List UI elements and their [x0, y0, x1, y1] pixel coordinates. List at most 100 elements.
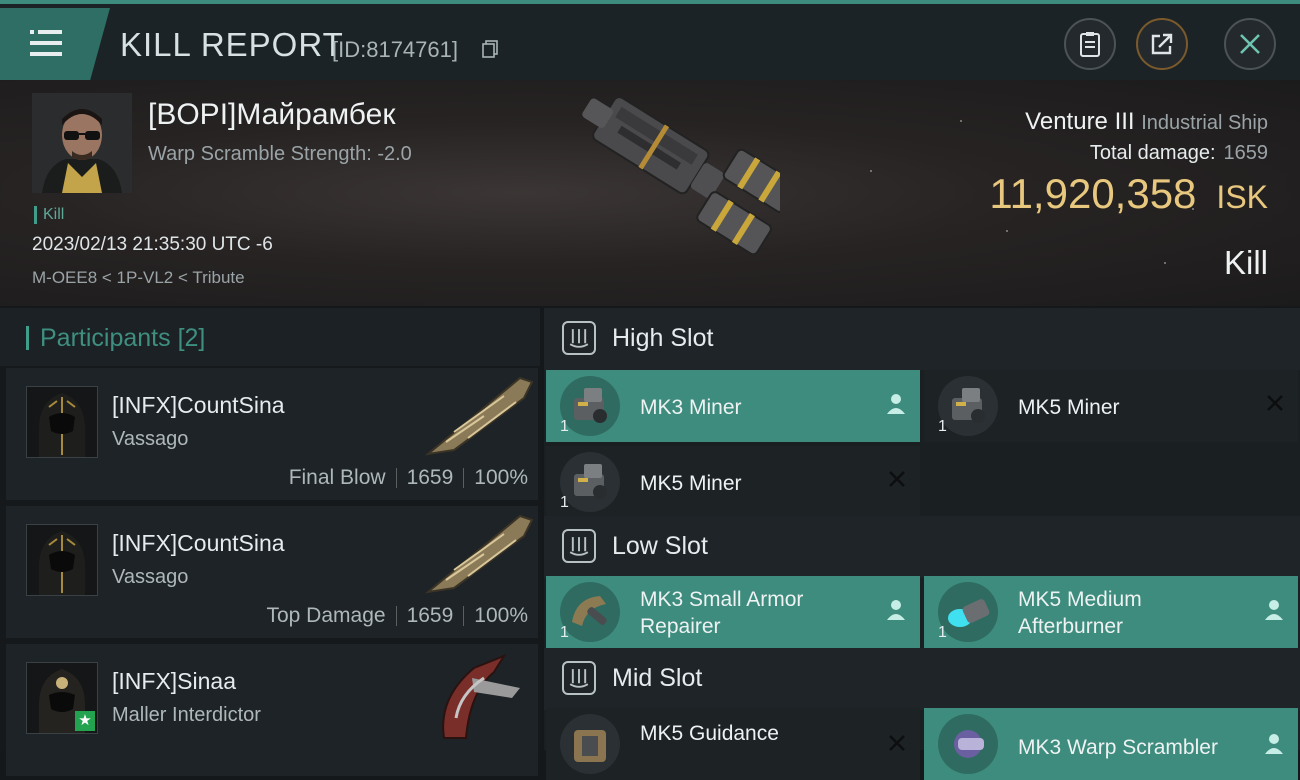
participant-role: Final Blow [288, 466, 386, 489]
participant-ship-image [442, 653, 520, 739]
participant-portrait[interactable] [26, 524, 98, 596]
module-quantity: 1 [560, 624, 569, 641]
module-slot[interactable]: 1 MK5 Miner [924, 370, 1298, 442]
participant-row[interactable]: [INFX]CountSina Vassago Final Blow 1659 10… [6, 368, 538, 500]
module-name: MK5 Medium Afterburner [1018, 588, 1142, 638]
participant-name[interactable]: [INFX]CountSina [112, 392, 285, 419]
miner-module-icon [938, 376, 998, 436]
participants-panel: Participants [2] [INFX]CountSina Vassago… [0, 308, 540, 776]
participant-ship: Maller Interdictor [112, 704, 261, 726]
total-damage: Total damage: 1659 [1090, 142, 1268, 165]
participant-portrait[interactable]: ★ [26, 662, 98, 734]
participant-row[interactable]: ★ [INFX]Sinaa Maller Interdictor [6, 644, 538, 776]
low-slot-title: Low Slot [612, 532, 708, 560]
report-id: [ID:8174761] [332, 37, 458, 62]
module-name: MK5 Miner [640, 472, 742, 495]
module-slot[interactable]: MK5 Guidance [546, 708, 920, 780]
star-badge-icon: ★ [75, 711, 95, 731]
module-name: MK5 Miner [1018, 396, 1120, 419]
guidance-module-icon [560, 714, 620, 774]
destroyed-x-icon [888, 468, 906, 494]
destroyed-x-icon [888, 732, 906, 758]
fitted-pilot-icon [1264, 732, 1284, 760]
victim-name[interactable]: [BOPI]Майрамбек [148, 98, 395, 132]
fitted-pilot-icon [886, 598, 906, 626]
participant-damage: 1659 [406, 466, 454, 489]
module-slot[interactable]: 1 MK3 Small Armor Repairer [546, 576, 920, 648]
close-icon [1240, 34, 1260, 54]
participant-name[interactable]: [INFX]CountSina [112, 530, 285, 557]
participant-row[interactable]: [INFX]CountSina Vassago Top Damage 1659 10… [6, 506, 538, 638]
participant-ship-image [424, 376, 534, 456]
module-quantity: 1 [938, 624, 947, 641]
high-slot-title: High Slot [612, 324, 714, 352]
clipboard-icon [1080, 32, 1100, 57]
participant-percent: 100% [474, 466, 528, 489]
fitted-pilot-icon [1264, 598, 1284, 626]
participants-title: Participants [2] [40, 324, 206, 352]
copy-icon[interactable] [482, 40, 498, 58]
high-slot-icon [562, 321, 596, 355]
miner-module-icon [560, 376, 620, 436]
afterburner-icon [938, 582, 998, 642]
space-star [1006, 230, 1008, 232]
ship-name[interactable]: Venture III [1025, 108, 1134, 135]
warp-scramble-strength: Warp Scramble Strength: -2.0 [148, 143, 412, 165]
page-title: KILL REPORT [120, 26, 344, 63]
total-damage-value: 1659 [1223, 142, 1269, 164]
participant-role: Top Damage [266, 604, 386, 627]
module-quantity: 1 [560, 494, 569, 511]
kill-tag: Kill [34, 206, 64, 224]
menu-button[interactable] [0, 8, 110, 80]
module-name: MK3 Warp Scrambler [1018, 736, 1218, 759]
share-button[interactable] [1136, 18, 1188, 70]
hamburger-icon [30, 30, 62, 56]
hooded-pilot-icon [27, 525, 97, 595]
isk-unit: ISK [1216, 179, 1268, 215]
kill-location[interactable]: M-OEE8 < 1P-VL2 < Tribute [32, 268, 245, 288]
warp-scrambler-icon [938, 714, 998, 774]
fitting-panel: High Slot 1 MK3 Miner 1 MK5 Miner 1 MK5 … [544, 308, 1300, 780]
hooded-pilot-icon [27, 387, 97, 457]
destroyed-x-icon [1266, 392, 1284, 418]
total-damage-label: Total damage: [1089, 142, 1216, 164]
module-name: MK5 Guidance [640, 722, 779, 745]
isk-amount: 11,920,358 [989, 170, 1197, 217]
module-slot[interactable]: 1 MK5 Miner [546, 446, 920, 518]
mid-slot-header: Mid Slot [544, 648, 1300, 710]
participants-accent-bar [26, 326, 29, 350]
victim-portrait[interactable] [32, 93, 132, 193]
share-icon [1151, 33, 1173, 55]
kill-result: Kill [1223, 244, 1268, 281]
module-slot[interactable]: MK3 Warp Scrambler [924, 708, 1298, 780]
ship-class: Industrial Ship [1141, 112, 1268, 134]
participant-percent: 100% [474, 604, 528, 627]
close-button[interactable] [1224, 18, 1276, 70]
kill-timestamp: 2023/02/13 21:35:30 UTC -6 [32, 234, 273, 255]
low-slot-header: Low Slot [544, 516, 1300, 578]
victim-ship: Venture III Industrial Ship [1025, 108, 1268, 136]
miner-module-icon [560, 452, 620, 512]
isk-value: 11,920,358 ISK [989, 170, 1268, 218]
clipboard-button[interactable] [1064, 18, 1116, 70]
module-slot[interactable]: 1 MK3 Miner [546, 370, 920, 442]
participant-damage: 1659 [406, 604, 454, 627]
victim-ship-image[interactable] [530, 90, 780, 300]
pilot-portrait-icon [32, 93, 132, 193]
armor-repairer-icon [560, 582, 620, 642]
module-name: MK3 Miner [640, 396, 742, 419]
participant-ship: Vassago [112, 566, 189, 588]
participant-stats: Top Damage 1659 100% [266, 604, 528, 628]
participant-ship-image [424, 514, 534, 594]
high-slot-header: High Slot [544, 308, 1300, 370]
space-star [960, 120, 962, 122]
space-star [1164, 262, 1166, 264]
participant-portrait[interactable] [26, 386, 98, 458]
module-name: MK3 Small Armor Repairer [640, 588, 804, 638]
mid-slot-title: Mid Slot [612, 664, 703, 692]
space-star [870, 170, 872, 172]
fitted-pilot-icon [886, 392, 906, 420]
participant-name[interactable]: [INFX]Sinaa [112, 668, 236, 695]
module-slot[interactable]: 1 MK5 Medium Afterburner [924, 576, 1298, 648]
low-slot-icon [562, 529, 596, 563]
